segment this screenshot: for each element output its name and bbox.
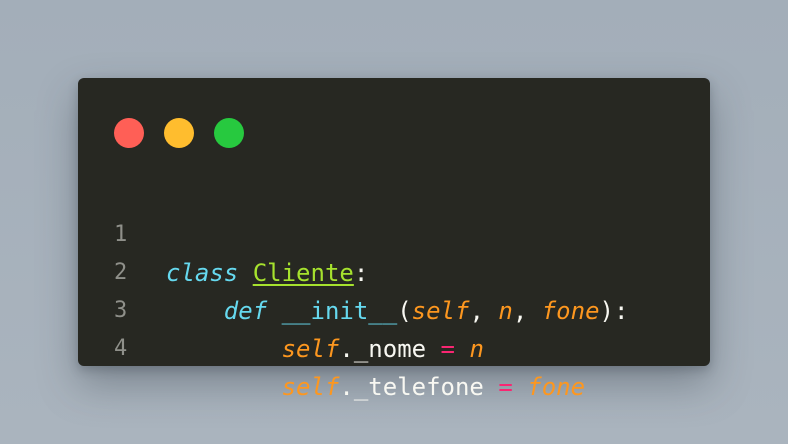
- self-ref: self: [281, 335, 340, 363]
- maximize-dot-icon: [214, 118, 244, 148]
- self-ref: self: [281, 373, 340, 401]
- minimize-dot-icon: [164, 118, 194, 148]
- window-controls: [114, 118, 244, 148]
- value-fone: fone: [527, 373, 586, 401]
- code-block: 1 class Cliente: 2 def __init__(self, n,…: [78, 178, 710, 401]
- code-line-3: 3 self._nome = n: [78, 254, 710, 363]
- code-line-4: 4 self._telefone = fone: [78, 292, 710, 401]
- attribute: ._telefone: [339, 373, 499, 401]
- code-line-2: 2 def __init__(self, n, fone):: [78, 216, 710, 325]
- value-n: n: [469, 335, 484, 363]
- line-source: self._nome = n: [166, 330, 484, 368]
- line-number: 4: [114, 336, 128, 361]
- attribute: ._nome: [339, 335, 441, 363]
- line-source: self._telefone = fone: [166, 368, 585, 406]
- assign-operator: =: [440, 335, 455, 363]
- assign-operator: =: [498, 373, 513, 401]
- code-line-1: 1 class Cliente:: [78, 178, 710, 287]
- code-window: 1 class Cliente: 2 def __init__(self, n,…: [78, 78, 710, 401]
- close-dot-icon: [114, 118, 144, 148]
